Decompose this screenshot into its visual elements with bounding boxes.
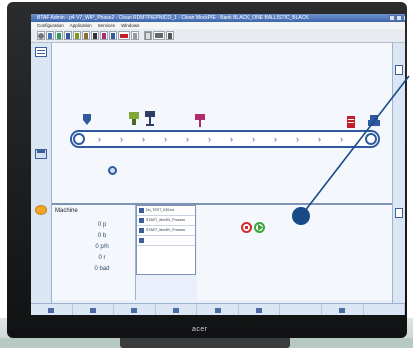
annotation-pointer	[300, 75, 410, 217]
annotation-dot	[292, 207, 310, 225]
